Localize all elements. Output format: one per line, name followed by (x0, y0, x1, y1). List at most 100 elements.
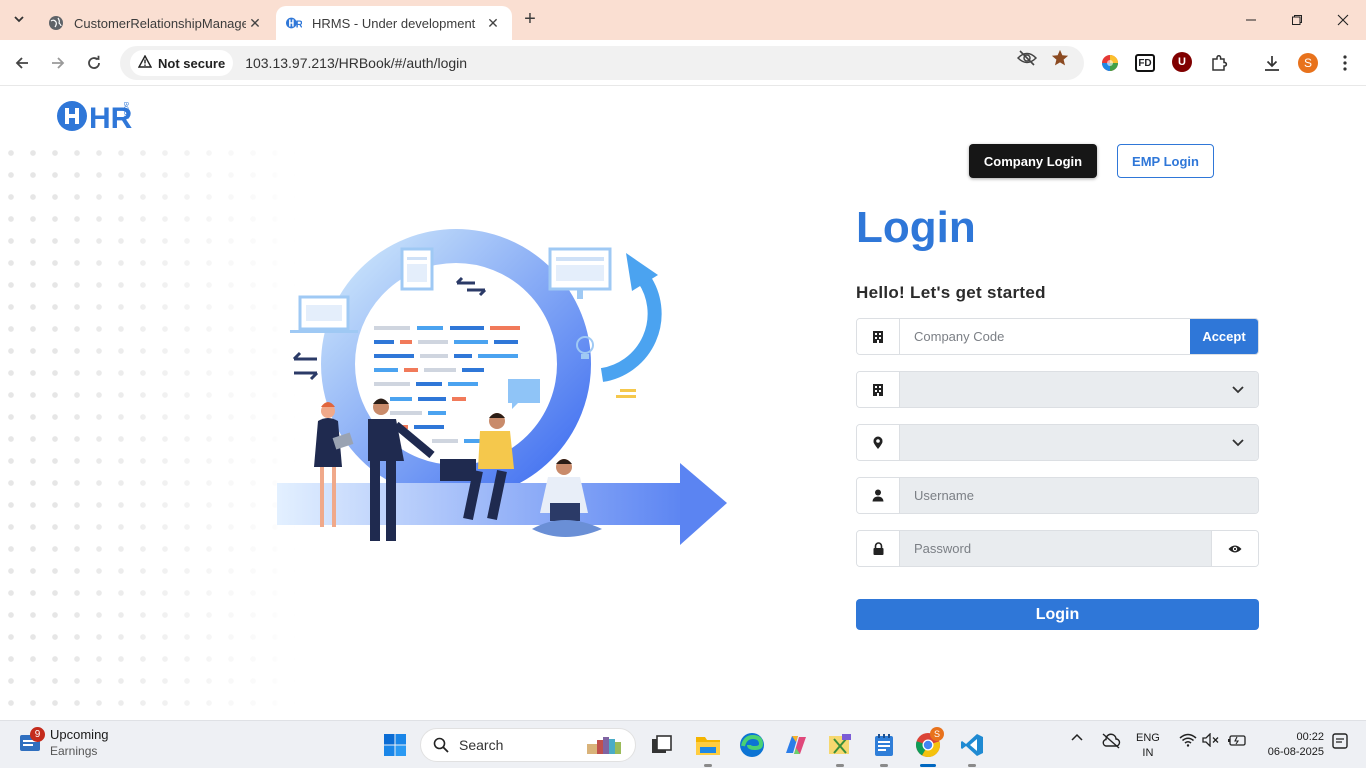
volume-muted-icon[interactable] (1202, 733, 1220, 747)
stocks-widget-icon: 9 (18, 727, 45, 755)
browser-toolbar: Not secure 103.13.97.213/HRBook/#/auth/l… (0, 40, 1366, 86)
tab-title: HRMS - Under development (312, 15, 476, 31)
dot-pattern-decoration (0, 142, 300, 720)
login-page: HR BOOK Company Login EMP Login Login He… (0, 87, 1366, 720)
vscode-icon[interactable] (958, 731, 986, 767)
windows-taskbar: 9 Upcoming Earnings Search S ENG IN 00:2… (0, 720, 1366, 768)
accept-button[interactable]: Accept (1190, 319, 1258, 354)
reload-button[interactable] (81, 50, 107, 76)
eye-off-icon[interactable] (1017, 48, 1037, 68)
company-code-input[interactable]: Company Code (900, 319, 1190, 354)
chevron-up-icon[interactable] (1071, 733, 1083, 741)
forward-button[interactable] (45, 50, 71, 76)
chevron-down-icon (14, 14, 24, 27)
weather-widget[interactable]: 9 Upcoming Earnings (18, 727, 109, 758)
security-label: Not secure (158, 55, 226, 71)
new-tab-button[interactable]: + (518, 8, 542, 32)
search-icon (433, 737, 449, 753)
fd-extension-icon[interactable]: FD (1135, 54, 1155, 72)
logo-tagline: BOOK (122, 102, 128, 119)
company-login-button[interactable]: Company Login (969, 144, 1097, 178)
chrome-profile-badge: S (930, 727, 944, 741)
close-tab-icon[interactable]: ✕ (484, 14, 502, 32)
profile-avatar[interactable]: S (1298, 53, 1318, 73)
restore-button[interactable] (1274, 6, 1320, 34)
tab-title: CustomerRelationshipManagem (74, 15, 246, 31)
company-code-group: Company Code Accept (856, 318, 1259, 355)
snipping-tool-icon[interactable] (826, 731, 854, 767)
close-tab-icon[interactable]: ✕ (246, 14, 264, 32)
hrbook-logo: HR BOOK (57, 101, 133, 133)
hrbook-favicon-icon: R (286, 15, 302, 31)
building-icon (857, 372, 900, 407)
address-bar[interactable]: Not secure 103.13.97.213/HRBook/#/auth/l… (120, 46, 1084, 80)
edge-browser-icon[interactable] (738, 731, 766, 759)
notification-icon[interactable] (1332, 733, 1348, 749)
username-input[interactable]: Username (900, 478, 1258, 513)
back-button[interactable] (9, 50, 35, 76)
map-pin-icon (857, 425, 900, 460)
clock-time: 00:22 (1296, 731, 1324, 743)
lock-icon (857, 531, 900, 566)
building-icon (857, 319, 900, 354)
download-icon[interactable] (1261, 52, 1283, 74)
chrome-taskbar-icon[interactable]: S (914, 727, 944, 767)
close-icon (1337, 14, 1349, 26)
url-text: 103.13.97.213/HRBook/#/auth/login (245, 55, 468, 71)
language-indicator[interactable]: ENG IN (1136, 731, 1160, 761)
ublock-extension-icon[interactable]: U (1172, 52, 1192, 72)
widget-subtitle: Earnings (50, 744, 98, 758)
notepad-icon[interactable] (870, 731, 898, 767)
emp-login-button[interactable]: EMP Login (1117, 144, 1214, 178)
tab-search-dropdown-button[interactable] (6, 8, 32, 32)
svg-text:R: R (296, 19, 302, 30)
widget-title: Upcoming (50, 727, 109, 742)
location-select-group (856, 424, 1259, 461)
restore-icon (1292, 15, 1302, 25)
file-explorer-icon[interactable] (694, 731, 722, 767)
region-code: IN (1142, 747, 1154, 759)
eye-icon (1228, 545, 1242, 552)
taskbar-search[interactable]: Search (420, 728, 636, 762)
notification-badge: 9 (30, 727, 45, 742)
clock-date: 06-08-2025 (1267, 746, 1324, 758)
chevron-down-icon[interactable] (1218, 372, 1258, 407)
task-view-icon[interactable] (648, 731, 676, 759)
browser-tab-strip: CustomerRelationshipManagem ✕ R HRMS - U… (0, 0, 1366, 40)
minimize-icon (1246, 19, 1256, 21)
warning-triangle-icon (137, 54, 153, 71)
color-wheel-extension-icon[interactable] (1099, 52, 1121, 74)
bookmark-star-icon[interactable] (1050, 48, 1070, 68)
minimize-button[interactable] (1228, 6, 1274, 34)
browser-tab-crm[interactable]: CustomerRelationshipManagem ✕ (38, 6, 274, 40)
cloud-off-icon[interactable] (1101, 733, 1121, 749)
company-select-group (856, 371, 1259, 408)
battery-icon[interactable] (1227, 733, 1247, 747)
system-clock[interactable]: 00:22 06-08-2025 (1258, 730, 1324, 760)
language-code: ENG (1136, 732, 1160, 744)
login-submit-button[interactable]: Login (856, 599, 1259, 630)
password-input[interactable]: Password (900, 531, 1211, 566)
chevron-down-icon[interactable] (1218, 425, 1258, 460)
wifi-icon[interactable] (1179, 733, 1197, 747)
kebab-menu-icon[interactable] (1334, 52, 1356, 74)
browser-tab-hrms[interactable]: R HRMS - Under development ✕ (276, 6, 512, 40)
globe-icon (48, 15, 64, 31)
copilot-icon[interactable] (782, 731, 810, 759)
page-title: Login (856, 203, 976, 252)
arrow-left-icon (15, 57, 28, 69)
close-window-button[interactable] (1320, 6, 1366, 34)
show-password-button[interactable] (1211, 531, 1258, 566)
search-label: Search (459, 737, 504, 753)
location-select[interactable] (900, 425, 1218, 460)
search-highlight-icon (587, 737, 621, 754)
hr-team-illustration (277, 229, 727, 545)
username-group: Username (856, 477, 1259, 514)
reload-icon (88, 55, 100, 69)
security-chip[interactable]: Not secure (130, 50, 234, 76)
page-subtitle: Hello! Let's get started (856, 283, 1046, 302)
windows-start-icon[interactable] (383, 733, 407, 757)
puzzle-extensions-icon[interactable] (1208, 52, 1230, 74)
company-select[interactable] (900, 372, 1218, 407)
user-icon (857, 478, 900, 513)
